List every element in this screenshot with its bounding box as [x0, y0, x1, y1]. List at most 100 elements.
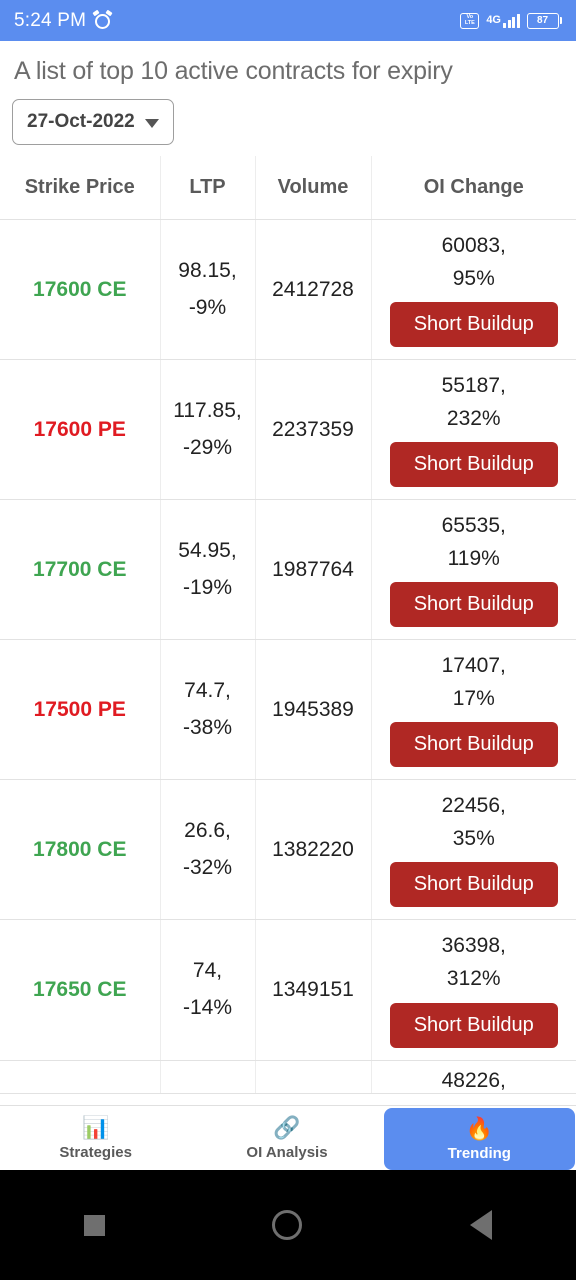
table-header-row: Strike Price LTP Volume OI Change — [0, 156, 576, 220]
cell-ltp — [160, 1060, 256, 1094]
strike-price-label: 17500 PE — [33, 697, 126, 721]
battery-icon: 87 — [526, 12, 562, 29]
oi-value: 36398, — [441, 934, 506, 958]
signal-bars-icon — [503, 13, 520, 28]
nav-item-label: Trending — [447, 1145, 511, 1162]
status-badge[interactable]: Short Buildup — [389, 862, 558, 908]
bar-chart-icon: 📊 — [81, 1115, 110, 1140]
fire-icon: 🔥 — [465, 1116, 494, 1141]
cell-strike-price: 17650 CE — [0, 919, 161, 1061]
cell-volume: 1382220 — [255, 779, 372, 921]
table-row[interactable]: 17700 CE 54.95, -19% 1987764 65535, 119% Short… — [0, 499, 576, 641]
status-time: 5:24 PM — [14, 9, 87, 31]
cell-strike-price: 17500 PE — [0, 639, 161, 781]
ltp-value: 98.15, — [178, 258, 237, 282]
ltp-value: 117.85, — [173, 398, 242, 422]
oi-value: 60083, — [441, 234, 506, 257]
back-triangle-icon[interactable] — [470, 1210, 493, 1240]
oi-change-pct: 17% — [452, 686, 495, 710]
contracts-table: Strike Price LTP Volume OI Change 17600 … — [0, 156, 576, 1094]
ltp-value: 54.95, — [178, 538, 237, 562]
chain-link-icon: 🔗 — [273, 1115, 301, 1140]
cell-ltp: 54.95, -19% — [160, 499, 256, 641]
nav-item-strategies[interactable]: 📊 Strategies — [0, 1106, 191, 1170]
oi-value: 65535, — [441, 514, 506, 538]
table-row[interactable]: 17800 CE 26.6, -32% 1382220 22456, 35% Short B… — [0, 779, 576, 921]
status-badge[interactable]: Short Buildup — [389, 1002, 558, 1048]
status-badge[interactable]: Short Buildup — [389, 302, 558, 348]
cell-oi-change: 22456, 35% Short Buildup — [371, 779, 576, 921]
column-header-volume: Volume — [255, 156, 372, 220]
cell-volume: 2237359 — [255, 359, 372, 501]
strike-price-label: 17800 CE — [33, 837, 127, 861]
android-system-nav — [0, 1170, 576, 1280]
status-bar-left: 5:24 PM — [14, 9, 113, 32]
table-row[interactable]: 17600 CE 98.15, -9% 2412728 60083, 95% Short B… — [0, 219, 576, 361]
home-circle-icon[interactable] — [272, 1210, 303, 1240]
status-bar: 5:24 PM Vo LTE 4G 87 — [0, 0, 576, 41]
oi-change-pct: 95% — [452, 266, 495, 290]
oi-value: 22456, — [441, 794, 506, 818]
table-row[interactable]: 17650 CE 74, -14% 1349151 36398, 312% Short Bu… — [0, 919, 576, 1061]
network-type-label: 4G — [486, 14, 501, 26]
cell-ltp: 117.85, -29% — [160, 359, 256, 501]
cell-oi-change: 55187, 232% Short Buildup — [371, 359, 576, 501]
cell-volume: 1987764 — [255, 499, 372, 641]
cell-volume: 1349151 — [255, 919, 372, 1061]
cell-strike-price: 17800 CE — [0, 779, 161, 921]
ltp-change: -9% — [188, 295, 227, 319]
volte-icon: Vo LTE — [460, 12, 480, 29]
cell-strike-price: 17700 CE — [0, 499, 161, 641]
strike-price-label: 17650 CE — [33, 978, 127, 1002]
table-row-partial[interactable]: 48226, — [0, 1060, 576, 1094]
nav-item-trending[interactable]: 🔥 Trending — [383, 1108, 575, 1170]
ltp-value: 74, — [192, 959, 223, 983]
cell-volume: 1945389 — [255, 639, 372, 781]
table-row[interactable]: 17500 PE 74.7, -38% 1945389 17407, 17% Short B… — [0, 639, 576, 781]
recents-square-icon[interactable] — [83, 1214, 105, 1236]
status-badge[interactable]: Short Buildup — [389, 582, 558, 628]
column-header-ltp: LTP — [160, 156, 256, 220]
ltp-change: -29% — [182, 435, 233, 459]
signal-icon: 4G — [486, 13, 520, 28]
nav-item-oi-analysis[interactable]: 🔗 OI Analysis — [191, 1106, 382, 1170]
cell-oi-change: 65535, 119% Short Buildup — [371, 499, 576, 641]
ltp-value: 26.6, — [184, 819, 231, 843]
cell-volume — [255, 1060, 372, 1094]
bottom-navigation: 📊 Strategies 🔗 OI Analysis 🔥 Trending — [0, 1105, 576, 1170]
cell-oi-change: 36398, 312% Short Buildup — [371, 919, 576, 1061]
status-badge[interactable]: Short Buildup — [389, 442, 558, 488]
column-header-oi-change: OI Change — [371, 156, 576, 220]
oi-change-pct: 35% — [452, 826, 495, 850]
table-header: Strike Price LTP Volume OI Change — [0, 156, 576, 220]
cell-ltp: 26.6, -32% — [160, 779, 256, 921]
strike-price-label: 17700 CE — [33, 557, 127, 581]
cell-strike-price — [0, 1060, 161, 1094]
cell-oi-change: 17407, 17% Short Buildup — [371, 639, 576, 781]
oi-value: 17407, — [441, 654, 506, 678]
nav-item-label: Strategies — [59, 1144, 132, 1161]
table-body: 17600 CE 98.15, -9% 2412728 60083, 95% Short B… — [0, 219, 576, 1094]
contracts-table-scroll[interactable]: Strike Price LTP Volume OI Change 17600 … — [0, 156, 576, 1170]
cell-strike-price: 17600 PE — [0, 359, 161, 501]
ltp-change: -32% — [182, 855, 233, 879]
status-badge[interactable]: Short Buildup — [389, 722, 558, 768]
expiry-dropdown[interactable]: 27-Oct-2022 — [12, 99, 174, 145]
status-bar-right: Vo LTE 4G 87 — [460, 12, 562, 29]
app-screen: 5:24 PM Vo LTE 4G 87 A list of top 10 ac… — [0, 0, 576, 1280]
cell-ltp: 74.7, -38% — [160, 639, 256, 781]
cell-volume: 2412728 — [255, 219, 372, 361]
ltp-change: -19% — [182, 575, 233, 599]
expiry-dropdown-value: 27-Oct-2022 — [27, 111, 135, 132]
oi-change-pct: 119% — [447, 546, 500, 570]
strike-price-label: 17600 CE — [33, 277, 127, 301]
ltp-change: -14% — [182, 996, 233, 1020]
table-row[interactable]: 17600 PE 117.85, -29% 2237359 55187, 232% Shor… — [0, 359, 576, 501]
oi-value: 55187, — [441, 374, 506, 398]
page-title: A list of top 10 active contracts for ex… — [14, 57, 453, 85]
cell-oi-change: 48226, — [371, 1060, 576, 1094]
column-header-strike-price: Strike Price — [0, 156, 161, 220]
strike-price-label: 17600 PE — [33, 417, 126, 441]
chevron-down-icon — [144, 118, 159, 128]
alarm-icon — [92, 9, 113, 30]
